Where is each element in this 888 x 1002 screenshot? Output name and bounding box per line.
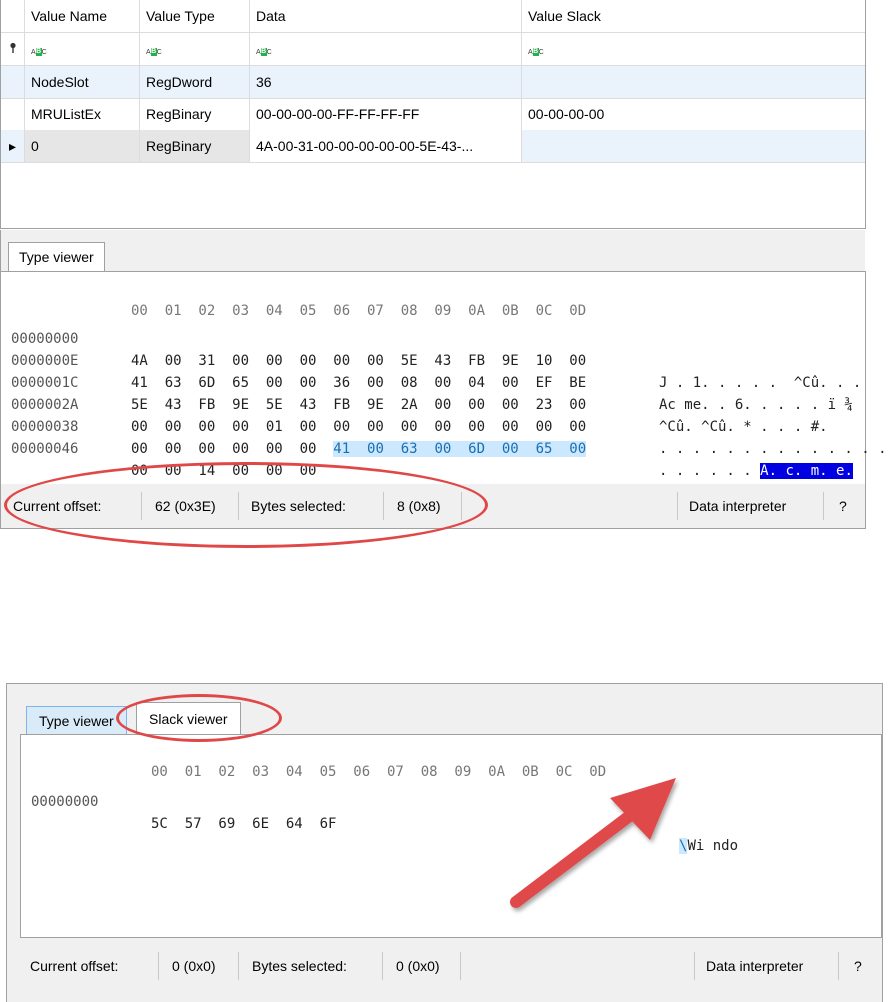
hex-column-header: 00 01 02 03 04 05 06 07 08 09 0A 0B 0C 0… xyxy=(151,764,607,780)
current-offset-label: Current offset: xyxy=(30,958,119,974)
grid-filter-row: ABC ABC ABC ABC xyxy=(1,33,865,66)
hex-row: 00000000 4A 00 31 00 00 00 00 00 5E 43 F… xyxy=(11,331,862,391)
column-header-value-type[interactable]: Value Type xyxy=(140,0,250,32)
grid-header-row: Value Name Value Type Data Value Slack xyxy=(1,0,865,33)
selected-bytes[interactable]: 41 00 63 00 6D 00 65 00 xyxy=(333,441,587,457)
filter-cell-value-type[interactable]: ABC xyxy=(140,33,250,65)
hex-row: 00000000 5C 57 69 6E 64 6F \Wi ndo xyxy=(31,794,739,854)
hex-row: 0000001C 5E 43 FB 9E 5E 43 FB 9E 2A 00 0… xyxy=(11,375,828,435)
cell-data: 36 xyxy=(250,66,522,98)
table-row[interactable]: NodeSlot RegDword 36 xyxy=(1,66,865,99)
help-button[interactable]: ? xyxy=(839,484,847,528)
cell-value-type: RegBinary xyxy=(140,130,250,162)
text-filter-icon: ABC xyxy=(31,48,47,57)
hex-row-selected: 00000038 00 00 00 00 00 00 41 00 63 00 6… xyxy=(11,419,853,479)
bytes-selected-value: 0 (0x0) xyxy=(396,958,440,974)
hex-row: 0000002A 00 00 00 00 01 00 00 00 00 00 0… xyxy=(11,397,887,457)
top-registry-panel: Value Name Value Type Data Value Slack A… xyxy=(0,0,887,548)
column-header-value-name[interactable]: Value Name xyxy=(25,0,140,32)
column-header-value-slack[interactable]: Value Slack xyxy=(522,0,865,32)
cell-data: 00-00-00-00-FF-FF-FF-FF xyxy=(250,98,522,130)
text-filter-icon: ABC xyxy=(528,48,544,57)
help-button[interactable]: ? xyxy=(854,944,862,988)
filter-cell-data[interactable]: ABC xyxy=(250,33,522,65)
table-row[interactable]: MRUListEx RegBinary 00-00-00-00-FF-FF-FF… xyxy=(1,98,865,131)
tab-type-viewer[interactable]: Type viewer xyxy=(8,242,105,271)
bytes-selected-label: Bytes selected: xyxy=(252,958,347,974)
filter-cell-value-slack[interactable]: ABC xyxy=(522,33,865,65)
cell-value-slack: 00-00-00-00 xyxy=(528,106,605,122)
values-grid: Value Name Value Type Data Value Slack A… xyxy=(0,0,866,229)
hex-row: 0000000E 41 63 6D 65 00 00 36 00 08 00 0… xyxy=(11,353,853,413)
hex-viewer[interactable]: 00 01 02 03 04 05 06 07 08 09 0A 0B 0C 0… xyxy=(0,271,887,501)
annotation-ellipse xyxy=(4,462,488,548)
text-filter-icon: ABC xyxy=(146,48,162,57)
cell-value-name: NodeSlot xyxy=(25,66,140,98)
hex-row: 00000046 00 00 14 00 00 00 . . . . . . xyxy=(11,441,752,501)
viewer-tab-strip: Type viewer xyxy=(0,230,865,272)
cell-data: 4A-00-31-00-00-00-00-00-5E-43-... xyxy=(250,130,522,162)
row-indicator-icon: ▸ xyxy=(1,130,25,162)
data-interpreter-button[interactable]: Data interpreter xyxy=(706,944,803,988)
status-bar: Current offset: 0 (0x0) Bytes selected: … xyxy=(20,944,880,992)
annotation-ellipse xyxy=(116,694,282,742)
cell-value-name: MRUListEx xyxy=(25,98,140,130)
annotation-arrow-icon xyxy=(510,778,676,908)
text-filter-icon: ABC xyxy=(256,48,272,57)
column-header-data[interactable]: Data xyxy=(250,0,522,32)
cell-value-slack xyxy=(522,66,865,98)
cell-value-type: RegBinary xyxy=(140,98,250,130)
hex-column-header: 00 01 02 03 04 05 06 07 08 09 0A 0B 0C 0… xyxy=(131,303,587,319)
data-interpreter-button[interactable]: Data interpreter xyxy=(689,484,786,528)
tab-type-viewer[interactable]: Type viewer xyxy=(26,706,127,735)
table-row-selected[interactable]: ▸ 0 RegBinary 4A-00-31-00-00-00-00-00-5E… xyxy=(1,130,865,163)
cell-value-name: 0 xyxy=(25,130,140,162)
filter-cell-value-name[interactable]: ABC xyxy=(25,33,140,65)
slack-hex-viewer[interactable]: 00 01 02 03 04 05 06 07 08 09 0A 0B 0C 0… xyxy=(20,734,882,938)
current-offset-value: 0 (0x0) xyxy=(172,958,216,974)
cell-value-slack xyxy=(522,130,865,162)
pin-icon[interactable] xyxy=(1,33,25,65)
selected-ascii[interactable]: A. c. m. e. xyxy=(760,463,853,479)
cell-value-type: RegDword xyxy=(140,66,250,98)
